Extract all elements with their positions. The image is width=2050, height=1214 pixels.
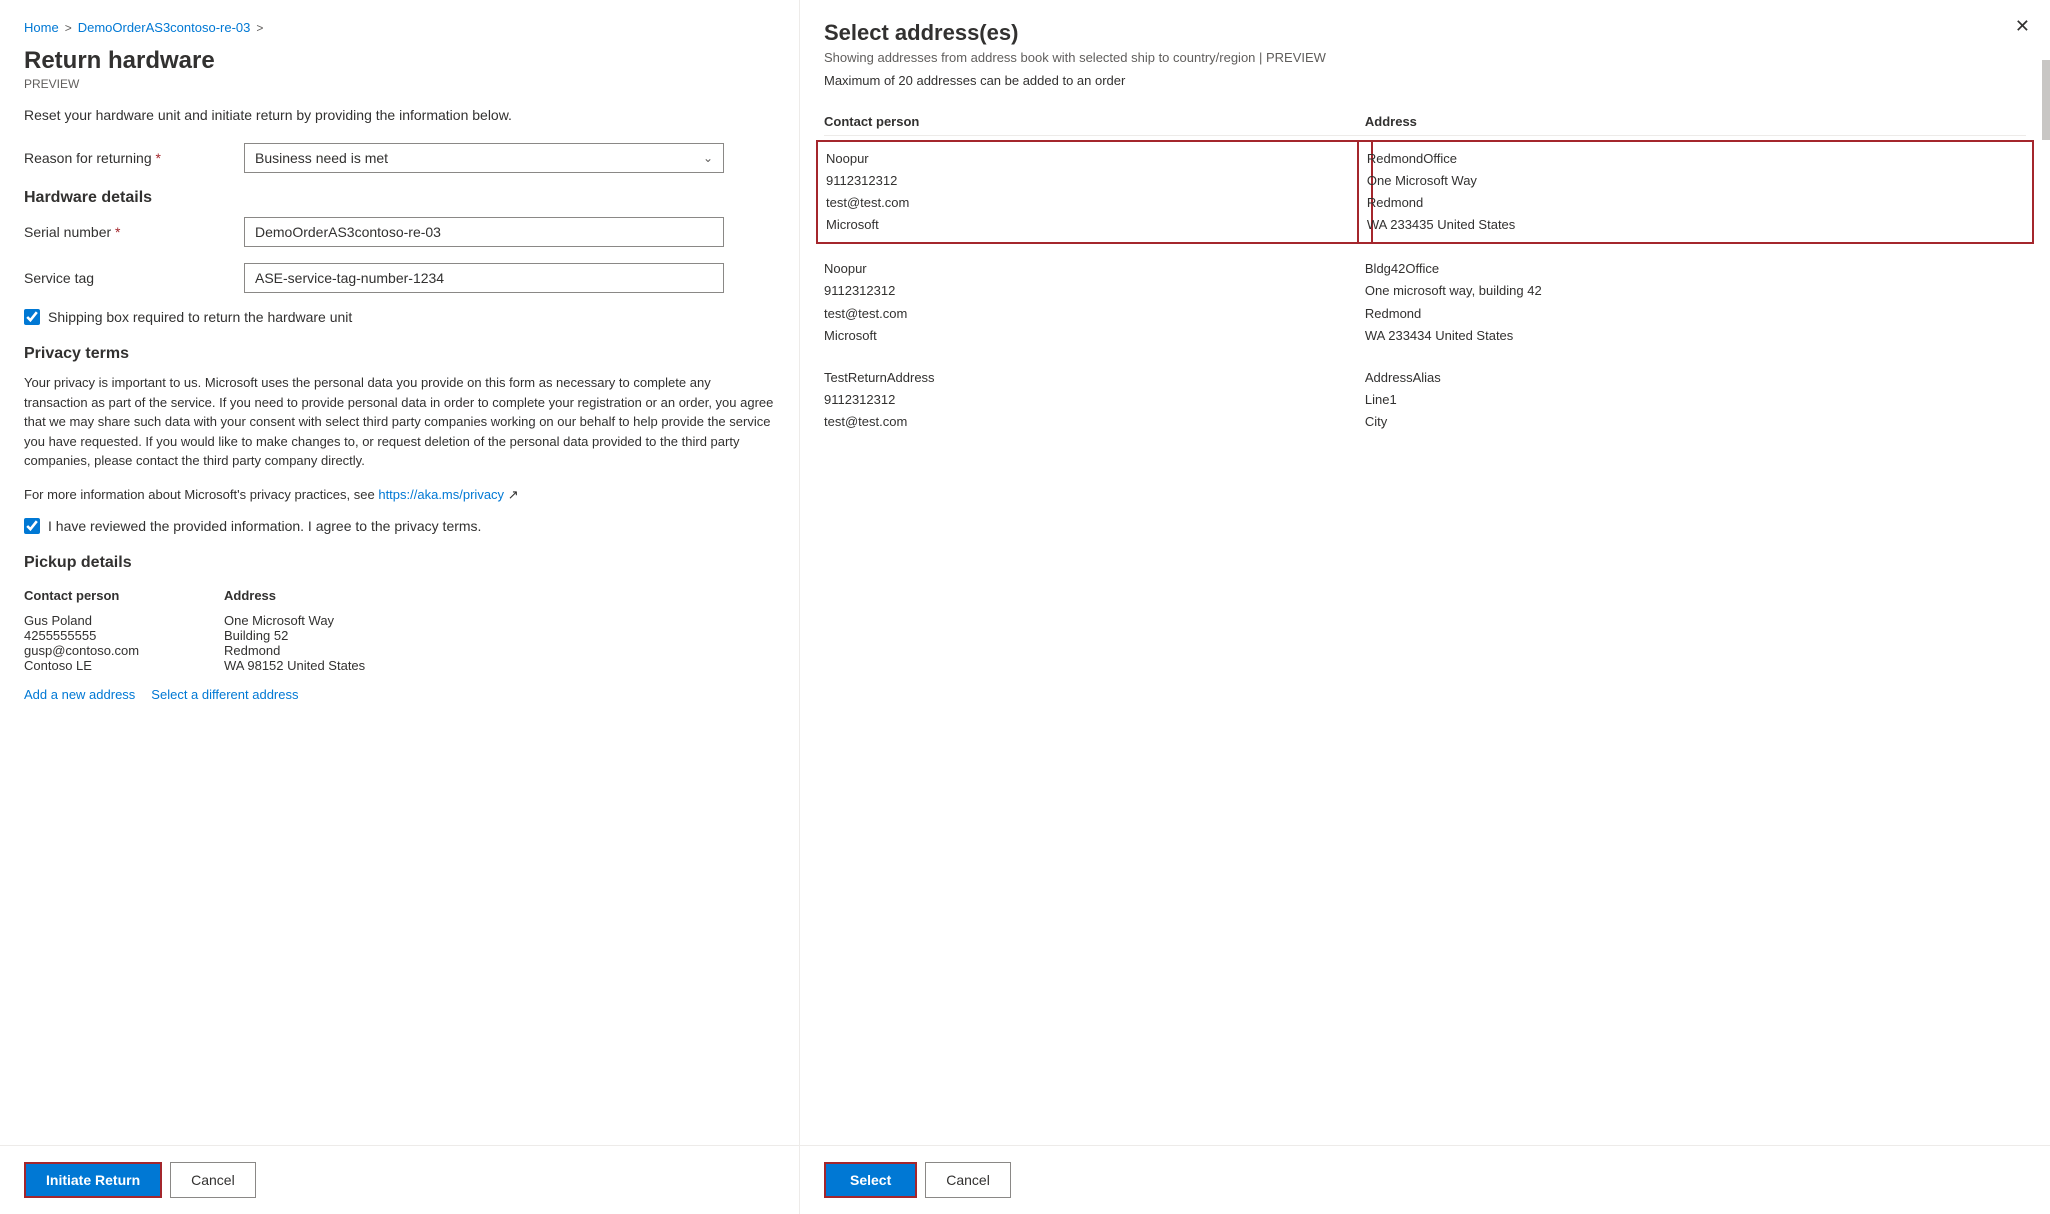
reason-value: Business need is met xyxy=(255,150,388,166)
privacy-agree-row: I have reviewed the provided information… xyxy=(24,518,775,534)
selected-address: RedmondOfficeOne Microsoft WayRedmondWA … xyxy=(1357,140,2034,244)
panel-title: Select address(es) xyxy=(824,20,2026,46)
cancel-button-left[interactable]: Cancel xyxy=(170,1162,256,1198)
reason-control: Business need is met ⌄ xyxy=(244,143,724,173)
right-footer: Select Cancel xyxy=(800,1145,2050,1214)
privacy-link[interactable]: https://aka.ms/privacy xyxy=(378,487,504,502)
address-addr-cell: Bldg42OfficeOne microsoft way, building … xyxy=(1365,248,2026,356)
breadcrumb: Home > DemoOrderAS3contoso-re-03 > xyxy=(24,20,775,35)
panel-note: Maximum of 20 addresses can be added to … xyxy=(824,73,2026,88)
pickup-address-line4: WA 98152 United States xyxy=(224,658,767,673)
add-address-link[interactable]: Add a new address xyxy=(24,687,135,702)
cancel-button-right[interactable]: Cancel xyxy=(925,1162,1011,1198)
privacy-agree-label: I have reviewed the provided information… xyxy=(48,518,481,534)
address-entry: RedmondOfficeOne Microsoft WayRedmondWA … xyxy=(1367,148,2024,236)
close-button[interactable]: ✕ xyxy=(2015,16,2030,37)
address-entry: Bldg42OfficeOne microsoft way, building … xyxy=(1365,258,2026,346)
address-addr-cell: RedmondOfficeOne Microsoft WayRedmondWA … xyxy=(1365,136,2026,249)
breadcrumb-sep1: > xyxy=(65,21,72,35)
service-label: Service tag xyxy=(24,270,244,286)
scrollbar-thumb[interactable] xyxy=(2042,60,2050,140)
pickup-contact-phone: 4255555555 xyxy=(24,628,216,643)
pickup-col-address: Address xyxy=(224,582,775,609)
shipping-checkbox[interactable] xyxy=(24,309,40,325)
pickup-contact: Gus Poland 4255555555 gusp@contoso.com C… xyxy=(24,609,224,677)
breadcrumb-sep2: > xyxy=(256,21,263,35)
select-button[interactable]: Select xyxy=(824,1162,917,1198)
pickup-col-contact: Contact person xyxy=(24,582,224,609)
reason-row: Reason for returning * Business need is … xyxy=(24,143,775,173)
serial-row: Serial number * xyxy=(24,217,775,247)
privacy-text: Your privacy is important to us. Microso… xyxy=(24,373,775,471)
pickup-section: Pickup details Contact person Address Gu… xyxy=(24,554,775,702)
address-table: Contact person Address Noopur9112312312t… xyxy=(824,108,2026,443)
address-contact-cell: Noopur9112312312test@test.comMicrosoft xyxy=(824,248,1365,356)
address-links: Add a new address Select a different add… xyxy=(24,687,775,702)
serial-control xyxy=(244,217,724,247)
privacy-checkbox[interactable] xyxy=(24,518,40,534)
pickup-data-row: Gus Poland 4255555555 gusp@contoso.com C… xyxy=(24,609,775,677)
chevron-down-icon: ⌄ xyxy=(703,151,713,165)
breadcrumb-home[interactable]: Home xyxy=(24,20,59,35)
pickup-address-line3: Redmond xyxy=(224,643,767,658)
address-row[interactable]: Noopur9112312312test@test.comMicrosoft B… xyxy=(824,248,2026,356)
initiate-return-button[interactable]: Initiate Return xyxy=(24,1162,162,1198)
service-row: Service tag xyxy=(24,263,775,293)
pickup-contact-email: gusp@contoso.com xyxy=(24,643,216,658)
page-subtitle: PREVIEW xyxy=(24,77,775,91)
col-contact: Contact person xyxy=(824,108,1365,136)
contact-entry: Noopur9112312312test@test.comMicrosoft xyxy=(824,258,1365,346)
selected-contact: Noopur9112312312test@test.comMicrosoft xyxy=(816,140,1373,244)
serial-input[interactable] xyxy=(244,217,724,247)
address-contact-cell: Noopur9112312312test@test.comMicrosoft xyxy=(824,136,1365,249)
pickup-contact-company: Contoso LE xyxy=(24,658,216,673)
serial-label: Serial number * xyxy=(24,224,244,240)
col-address: Address xyxy=(1365,108,2026,136)
select-address-link[interactable]: Select a different address xyxy=(151,687,298,702)
address-row[interactable]: TestReturnAddress9112312312test@test.com… xyxy=(824,357,2026,443)
pickup-title: Pickup details xyxy=(24,554,775,572)
external-link-icon: ↗ xyxy=(508,487,519,502)
reason-label: Reason for returning * xyxy=(24,150,244,166)
left-content: Home > DemoOrderAS3contoso-re-03 > Retur… xyxy=(0,0,799,1145)
address-row[interactable]: Noopur9112312312test@test.comMicrosoft R… xyxy=(824,136,2026,249)
privacy-title: Privacy terms xyxy=(24,345,775,363)
pickup-address-line2: Building 52 xyxy=(224,628,767,643)
panel-subtitle: Showing addresses from address book with… xyxy=(824,50,2026,65)
shipping-label: Shipping box required to return the hard… xyxy=(48,309,352,325)
breadcrumb-order[interactable]: DemoOrderAS3contoso-re-03 xyxy=(78,20,251,35)
address-addr-cell: AddressAliasLine1City xyxy=(1365,357,2026,443)
pickup-address: One Microsoft Way Building 52 Redmond WA… xyxy=(224,609,775,677)
hardware-section-title: Hardware details xyxy=(24,189,775,207)
pickup-table: Contact person Address Gus Poland 425555… xyxy=(24,582,775,677)
privacy-link-para: For more information about Microsoft's p… xyxy=(24,485,775,505)
reason-dropdown[interactable]: Business need is met ⌄ xyxy=(244,143,724,173)
hardware-details-section: Hardware details Serial number * Service… xyxy=(24,189,775,293)
shipping-checkbox-row: Shipping box required to return the hard… xyxy=(24,309,775,325)
pickup-contact-name: Gus Poland xyxy=(24,613,216,628)
left-panel: Home > DemoOrderAS3contoso-re-03 > Retur… xyxy=(0,0,800,1214)
page-title: Return hardware xyxy=(24,47,775,75)
address-contact-cell: TestReturnAddress9112312312test@test.com xyxy=(824,357,1365,443)
page-description: Reset your hardware unit and initiate re… xyxy=(24,107,775,123)
address-entry: AddressAliasLine1City xyxy=(1365,367,2026,433)
contact-entry: TestReturnAddress9112312312test@test.com xyxy=(824,367,1365,433)
contact-entry: Noopur9112312312test@test.comMicrosoft xyxy=(826,148,1363,236)
right-content: ✕ Select address(es) Showing addresses f… xyxy=(800,0,2050,1145)
service-input[interactable] xyxy=(244,263,724,293)
service-control xyxy=(244,263,724,293)
right-panel: ✕ Select address(es) Showing addresses f… xyxy=(800,0,2050,1214)
pickup-address-line1: One Microsoft Way xyxy=(224,613,767,628)
left-footer: Initiate Return Cancel xyxy=(0,1145,799,1214)
